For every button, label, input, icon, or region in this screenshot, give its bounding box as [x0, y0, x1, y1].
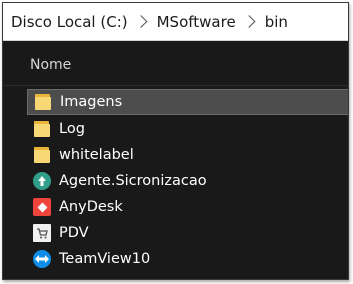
agente-app-icon [33, 172, 51, 190]
folder-icon [33, 120, 51, 138]
chevron-right-icon[interactable] [134, 15, 148, 28]
screenshot-frame: Disco Local (C:) MSoftware bin Nome Imag… [0, 0, 353, 284]
file-explorer-window: Disco Local (C:) MSoftware bin Nome Imag… [2, 2, 349, 280]
teamviewer-icon [33, 250, 51, 268]
file-name: Log [59, 121, 85, 137]
header-divider [3, 85, 348, 86]
file-name: PDV [59, 225, 89, 241]
column-header-name[interactable]: Nome [30, 57, 71, 73]
list-item-whitelabel[interactable]: whitelabel [27, 142, 348, 168]
file-name: Agente.Sicronizacao [59, 173, 207, 189]
folder-icon [34, 93, 52, 111]
anydesk-icon [33, 198, 51, 216]
breadcrumb-drive[interactable]: Disco Local (C:) [11, 13, 128, 31]
breadcrumb-msoftware[interactable]: MSoftware [157, 13, 236, 31]
list-item-agente-sicronizacao[interactable]: Agente.Sicronizacao [27, 168, 348, 194]
file-name: Imagens [60, 94, 123, 110]
folder-icon [33, 146, 51, 164]
file-name: whitelabel [59, 147, 134, 163]
column-header: Nome [3, 41, 348, 89]
breadcrumb-bin[interactable]: bin [265, 13, 288, 31]
list-item-log[interactable]: Log [27, 116, 348, 142]
list-item-teamview10[interactable]: TeamView10 [27, 246, 348, 272]
chevron-right-icon[interactable] [242, 15, 256, 28]
list-item-pdv[interactable]: PDV [27, 220, 348, 246]
file-name: AnyDesk [59, 199, 123, 215]
list-item-imagens[interactable]: Imagens [27, 89, 348, 115]
address-bar[interactable]: Disco Local (C:) MSoftware bin [3, 3, 348, 41]
file-name: TeamView10 [59, 251, 151, 267]
list-item-anydesk[interactable]: AnyDesk [27, 194, 348, 220]
pdv-app-icon [33, 224, 51, 242]
